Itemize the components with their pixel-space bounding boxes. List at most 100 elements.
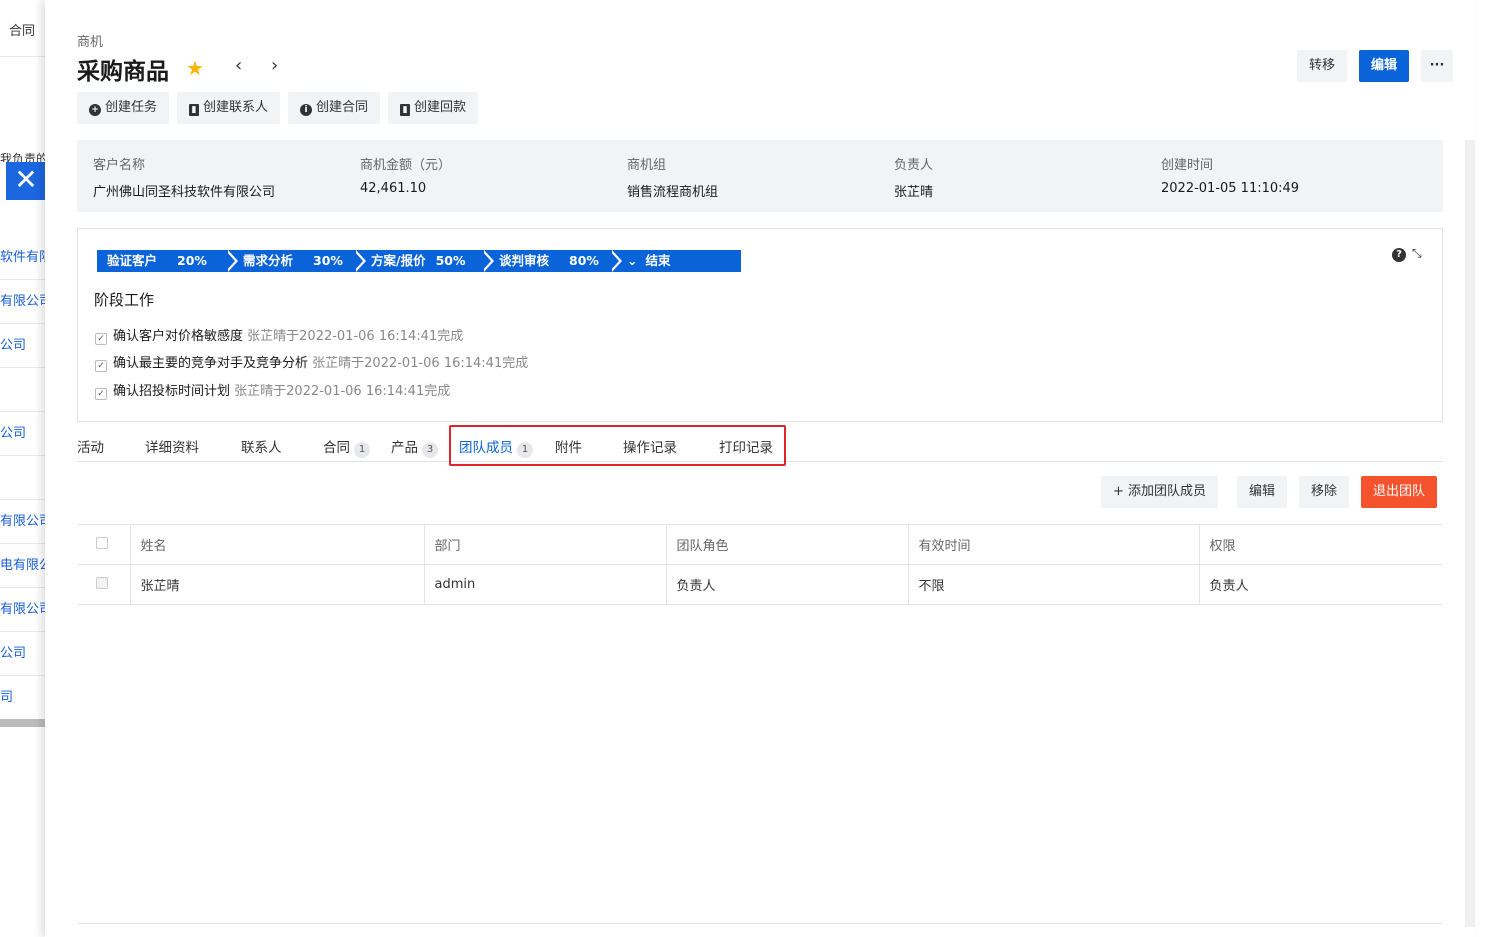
create-contact-button[interactable]: ▮ 创建联系人 — [177, 92, 281, 124]
table-row[interactable]: 张芷晴 admin 负责人 不限 负责人 — [77, 564, 1443, 605]
stage-name: 谈判审核 — [499, 253, 550, 268]
stage-step[interactable]: 验证客户 20% — [97, 250, 238, 272]
stage-step[interactable]: 方案/报价 50% — [353, 250, 494, 272]
chevron-down-icon: ⌄ — [627, 253, 638, 268]
summary-value: 销售流程商机组 — [627, 185, 719, 200]
stage-arrow — [225, 250, 235, 272]
collapse-icon[interactable]: ⤡ — [1412, 246, 1422, 261]
action-bar: + 创建任务 ▮ 创建联系人 i 创建合同 ▮ 创建回款 — [77, 92, 479, 124]
stage-percent: 30% — [313, 253, 343, 268]
help-icon[interactable]: ? — [1392, 248, 1406, 262]
chevron-left-icon[interactable]: ‹ — [235, 55, 242, 76]
tab-contracts[interactable]: 合同 1 — [323, 436, 370, 458]
add-team-member-button[interactable]: + 添加团队成员 — [1101, 476, 1219, 508]
divider — [77, 923, 1443, 924]
column-header[interactable]: 权限 — [1198, 524, 1443, 565]
stage-arrow — [353, 250, 363, 272]
more-button[interactable]: ··· — [1421, 50, 1453, 82]
summary-value: 42,461.10 — [360, 181, 427, 196]
tab-contacts[interactable]: 联系人 — [241, 436, 282, 456]
tab-products[interactable]: 产品 3 — [391, 436, 438, 458]
highlight-annotation — [449, 425, 786, 466]
horizontal-scrollbar[interactable] — [0, 719, 46, 727]
summary-label: 负责人 — [894, 158, 934, 173]
tab-activity[interactable]: 活动 — [77, 436, 104, 456]
task-completed-by: 张芷晴于2022-01-06 16:14:41完成 — [312, 356, 529, 371]
transfer-button[interactable]: 转移 — [1297, 50, 1348, 82]
summary-bar: 客户名称 广州佛山同圣科技软件有限公司 商机金额（元） 42,461.10 商机… — [77, 140, 1443, 212]
create-contract-button[interactable]: i 创建合同 — [288, 92, 381, 124]
stage-step[interactable]: 需求分析 30% — [225, 250, 366, 272]
task-text: 确认客户对价格敏感度 — [113, 329, 244, 344]
stage-step[interactable]: 谈判审核 80% — [481, 250, 622, 272]
table-cell: 不限 — [907, 564, 1199, 605]
select-all-checkbox[interactable] — [96, 536, 108, 549]
tab-details[interactable]: 详细资料 — [145, 436, 199, 456]
checkbox-checked-icon[interactable]: ✓ — [95, 388, 107, 400]
star-icon[interactable]: ★ — [186, 56, 208, 80]
column-header[interactable]: 团队角色 — [665, 524, 908, 565]
column-header[interactable]: 部门 — [423, 524, 666, 565]
task-completed-by: 张芷晴于2022-01-06 16:14:41完成 — [247, 329, 464, 344]
info-icon: i — [300, 104, 313, 116]
create-task-button[interactable]: + 创建任务 — [77, 92, 170, 124]
table-header-row: 姓名 部门 团队角色 有效时间 权限 — [77, 524, 1443, 565]
summary-label: 客户名称 — [93, 158, 146, 173]
table-cell: 负责人 — [1198, 564, 1443, 605]
stage-name: 方案/报价 — [371, 253, 426, 268]
stage-percent: 20% — [177, 253, 207, 268]
clipboard-icon: ▮ — [400, 104, 411, 116]
tab-label: 合同 — [323, 440, 350, 456]
summary-label: 商机组 — [627, 158, 667, 173]
stage-percent: 80% — [569, 253, 599, 268]
tab-label: 联系人 — [241, 440, 282, 456]
summary-value: 张芷晴 — [894, 185, 934, 200]
edit-button[interactable]: 编辑 — [1359, 50, 1410, 82]
stage-step-end[interactable]: ⌄ 结束 — [609, 250, 741, 272]
summary-customer: 客户名称 广州佛山同圣科技软件有限公司 — [93, 154, 275, 200]
create-payment-button[interactable]: ▮ 创建回款 — [388, 92, 479, 124]
tab-label: 产品 — [391, 440, 418, 456]
tab-label: 活动 — [77, 440, 104, 456]
stage-panel: 验证客户 20% 需求分析 30% 方案/报价 50% 谈判审核 80% ⌄ 结束 ? ⤡… — [77, 228, 1443, 422]
team-members-table: 姓名 部门 团队角色 有效时间 权限 张芷晴 admin 负责人 不限 负责人 — [77, 524, 1443, 605]
row-checkbox[interactable] — [96, 576, 108, 589]
create-contract-label: 创建合同 — [316, 100, 369, 115]
stage-task[interactable]: ✓ 确认最主要的竞争对手及竞争分析 张芷晴于2022-01-06 16:14:41… — [95, 352, 528, 372]
summary-value: 2022-01-05 11:10:49 — [1161, 181, 1300, 196]
plus-circle-icon: + — [89, 104, 101, 116]
edit-team-member-button[interactable]: 编辑 — [1237, 476, 1288, 508]
checkbox-checked-icon[interactable]: ✓ — [95, 360, 107, 372]
tab-badge: 1 — [354, 442, 370, 458]
stage-task[interactable]: ✓ 确认客户对价格敏感度 张芷晴于2022-01-06 16:14:41完成 — [95, 325, 463, 345]
stage-name: 需求分析 — [243, 253, 294, 268]
stage-name: 验证客户 — [107, 253, 158, 268]
summary-amount: 商机金额（元） 42,461.10 — [360, 154, 451, 196]
create-contact-label: 创建联系人 — [203, 100, 269, 115]
clipboard-icon: ▮ — [189, 104, 200, 116]
vertical-scrollbar[interactable] — [1465, 140, 1475, 927]
create-task-label: 创建任务 — [105, 100, 158, 115]
column-header[interactable]: 有效时间 — [907, 524, 1199, 565]
table-cell: admin — [423, 564, 666, 605]
summary-label: 商机金额（元） — [360, 158, 452, 173]
quit-team-button[interactable]: 退出团队 — [1361, 476, 1438, 508]
breadcrumb[interactable]: 商机 — [77, 31, 103, 50]
remove-team-member-button[interactable]: 移除 — [1299, 476, 1350, 508]
background-filter-label: 我负责的 — [0, 152, 49, 162]
chevron-right-icon[interactable]: › — [271, 55, 278, 76]
task-completed-by: 张芷晴于2022-01-06 16:14:41完成 — [234, 384, 451, 399]
task-text: 确认招投标时间计划 — [113, 384, 231, 399]
summary-owner: 负责人 张芷晴 — [894, 154, 933, 200]
page-title: 采购商品 — [77, 59, 169, 85]
checkbox-checked-icon[interactable]: ✓ — [95, 333, 107, 345]
stage-percent: 50% — [435, 253, 466, 268]
stage-progress: 验证客户 20% 需求分析 30% 方案/报价 50% 谈判审核 80% ⌄ 结束 — [97, 250, 741, 272]
row-select-cell — [77, 564, 130, 605]
stage-task[interactable]: ✓ 确认招投标时间计划 张芷晴于2022-01-06 16:14:41完成 — [95, 380, 450, 400]
column-header[interactable]: 姓名 — [129, 524, 424, 565]
stage-arrow — [609, 250, 619, 272]
close-panel-button[interactable]: ✕ — [6, 162, 46, 200]
background-list-title: 合同 — [9, 24, 36, 39]
summary-value[interactable]: 广州佛山同圣科技软件有限公司 — [93, 181, 275, 200]
